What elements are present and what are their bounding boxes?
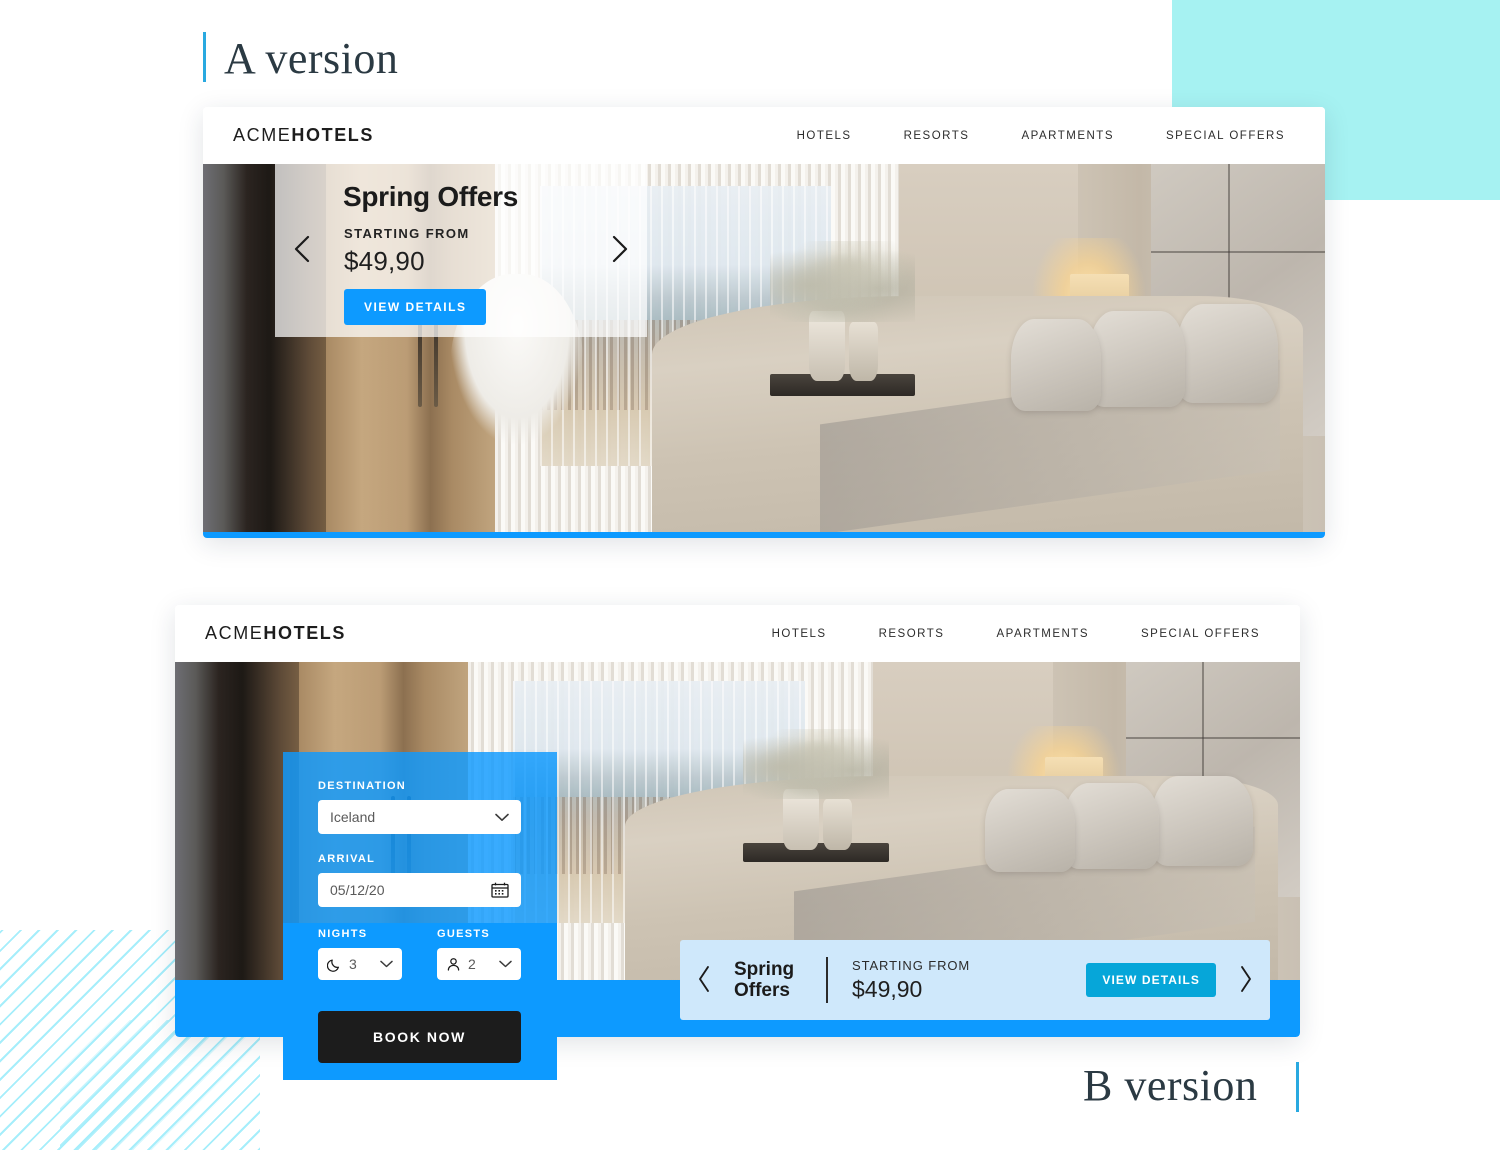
moon-icon — [327, 957, 342, 972]
nav-item-apartments-a[interactable]: APARTMENTS — [1021, 130, 1114, 142]
logo-light-b: ACME — [205, 623, 264, 643]
booking-panel-b: DESTINATION Iceland ARRIVAL 05/12/20 NIG… — [283, 752, 557, 1080]
version-a-card: ACMEHOTELS HOTELS RESORTS APARTMENTS SPE… — [203, 107, 1325, 538]
caption-b-version: B version — [1083, 1061, 1258, 1110]
nights-value-b: 3 — [349, 956, 357, 972]
nav-item-apartments-b[interactable]: APARTMENTS — [996, 628, 1089, 640]
logo-light-a: ACME — [233, 125, 292, 145]
hero-price-a: $49,90 — [344, 246, 425, 276]
site-header-b: ACMEHOTELS HOTELS RESORTS APARTMENTS SPE… — [175, 605, 1300, 662]
chevron-down-icon — [495, 813, 509, 822]
chevron-right-icon[interactable] — [1236, 963, 1256, 995]
promo-strip-b: Spring Offers STARTING FROM $49,90 VIEW … — [680, 940, 1270, 1020]
arrival-date-input-b[interactable]: 05/12/20 — [318, 873, 521, 907]
logo-bold-a: HOTELS — [291, 125, 375, 145]
promo-title-line2-b: Offers — [734, 980, 790, 1001]
arrival-value-b: 05/12/20 — [330, 882, 385, 898]
caption-accent-bar-b — [1296, 1062, 1299, 1112]
site-header-a: ACMEHOTELS HOTELS RESORTS APARTMENTS SPE… — [203, 107, 1325, 164]
hero-starting-from-a: STARTING FROM — [344, 226, 470, 241]
guests-select-b[interactable]: 2 — [437, 948, 521, 980]
promo-title-line1-b: Spring — [734, 958, 795, 980]
nights-select-b[interactable]: 3 — [318, 948, 402, 980]
main-nav-b: HOTELS RESORTS APARTMENTS SPECIAL OFFERS — [720, 628, 1260, 640]
main-nav-a: HOTELS RESORTS APARTMENTS SPECIAL OFFERS — [745, 130, 1285, 142]
chevron-down-icon — [380, 960, 393, 968]
person-icon — [446, 957, 461, 972]
logo-bold-b: HOTELS — [263, 623, 347, 643]
book-now-button-b[interactable]: BOOK NOW — [318, 1011, 521, 1063]
design-canvas: A version ACMEHOTELS HOTELS RESORTS APAR… — [0, 0, 1500, 1150]
arrival-label-b: ARRIVAL — [318, 853, 376, 865]
view-details-button-a[interactable]: VIEW DETAILS — [344, 289, 487, 325]
promo-price-block-b: STARTING FROM $49,90 — [852, 958, 970, 1003]
promo-divider — [826, 957, 828, 1003]
chevron-down-icon — [499, 960, 512, 968]
nav-item-hotels-a[interactable]: HOTELS — [797, 130, 852, 142]
caption-accent-bar-a — [203, 32, 206, 82]
guests-value-b: 2 — [468, 956, 476, 972]
logo-a[interactable]: ACMEHOTELS — [233, 125, 374, 146]
promo-price-b: $49,90 — [852, 975, 923, 1002]
nights-label-b: NIGHTS — [318, 928, 368, 940]
destination-label-b: DESTINATION — [318, 780, 407, 792]
promo-starting-from-b: STARTING FROM — [852, 957, 971, 973]
guests-label-b: GUESTS — [437, 928, 491, 940]
decor-diagonal-stripes-secondary — [60, 1020, 260, 1150]
chevron-left-icon[interactable] — [694, 963, 714, 995]
promo-title-b: Spring Offers — [734, 959, 812, 1002]
logo-b[interactable]: ACMEHOTELS — [205, 623, 346, 644]
nav-item-resorts-b[interactable]: RESORTS — [879, 628, 945, 640]
chevron-right-icon[interactable] — [605, 232, 633, 266]
hero-title-a: Spring Offers — [343, 181, 519, 212]
nav-item-resorts-a[interactable]: RESORTS — [904, 130, 970, 142]
destination-select-b[interactable]: Iceland — [318, 800, 521, 834]
caption-a-version: A version — [224, 34, 399, 83]
nav-item-hotels-b[interactable]: HOTELS — [772, 628, 827, 640]
search-bar-a: DESTINATION Iceland ARRIVAL 05/12/20 — [203, 532, 1325, 538]
view-details-button-b[interactable]: VIEW DETAILS — [1086, 963, 1216, 997]
nav-item-special-offers-b[interactable]: SPECIAL OFFERS — [1141, 628, 1260, 640]
destination-value-b: Iceland — [330, 809, 376, 825]
calendar-icon[interactable] — [491, 882, 509, 898]
nav-item-special-offers-a[interactable]: SPECIAL OFFERS — [1166, 130, 1285, 142]
chevron-left-icon[interactable] — [289, 232, 317, 266]
